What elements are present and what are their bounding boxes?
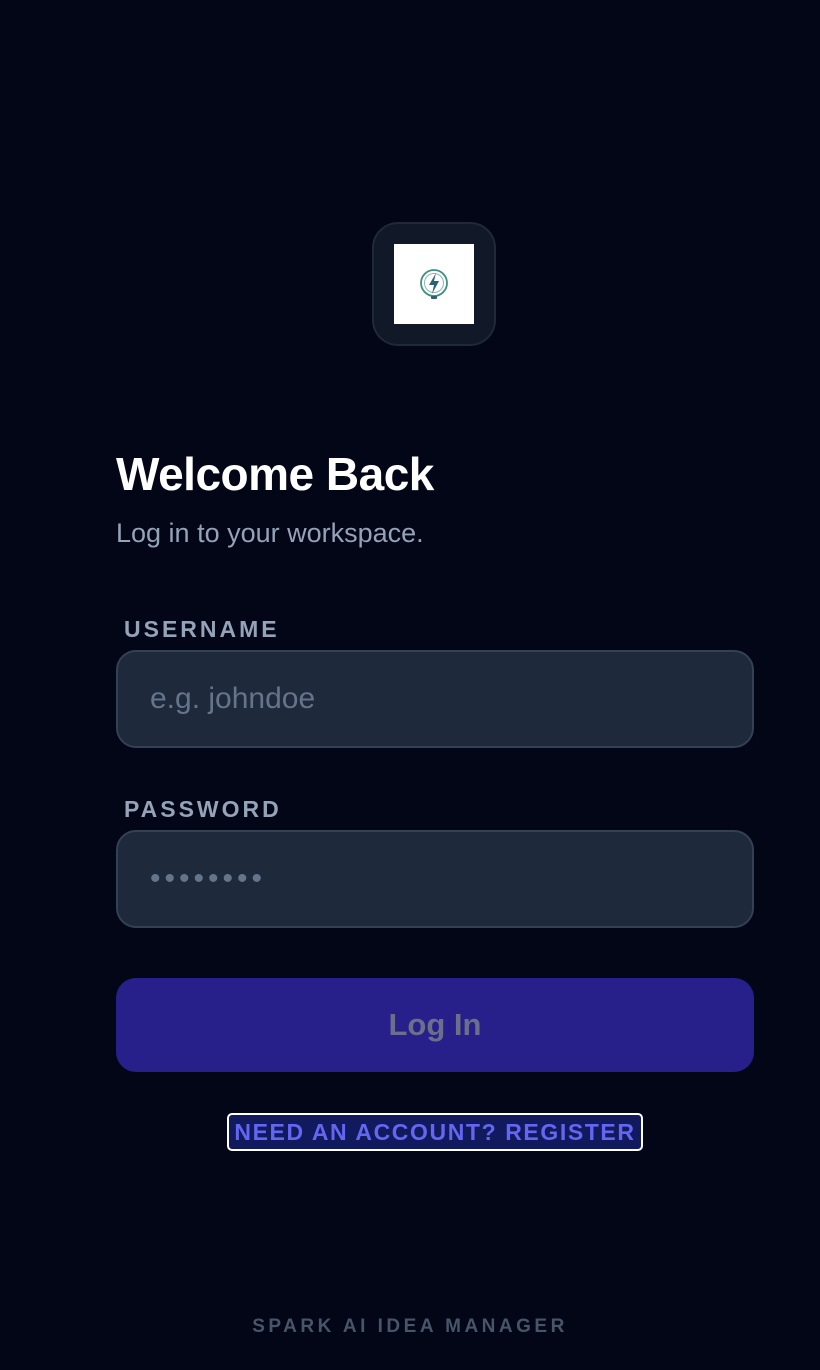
page-title: Welcome Back [116, 448, 434, 500]
app-logo [394, 244, 474, 324]
bolt-bulb-icon [420, 269, 448, 299]
password-input[interactable] [116, 830, 754, 928]
password-label: PASSWORD [124, 796, 282, 822]
footer-brand: SPARK AI IDEA MANAGER [252, 1316, 568, 1337]
username-label: USERNAME [124, 616, 280, 642]
app-logo-tile [372, 222, 496, 346]
login-page: Welcome Back Log in to your workspace. U… [0, 0, 820, 1370]
register-link[interactable]: NEED AN ACCOUNT? REGISTER [227, 1113, 643, 1151]
login-button[interactable]: Log In [116, 978, 754, 1072]
username-input[interactable] [116, 650, 754, 748]
page-subtitle: Log in to your workspace. [116, 518, 424, 548]
